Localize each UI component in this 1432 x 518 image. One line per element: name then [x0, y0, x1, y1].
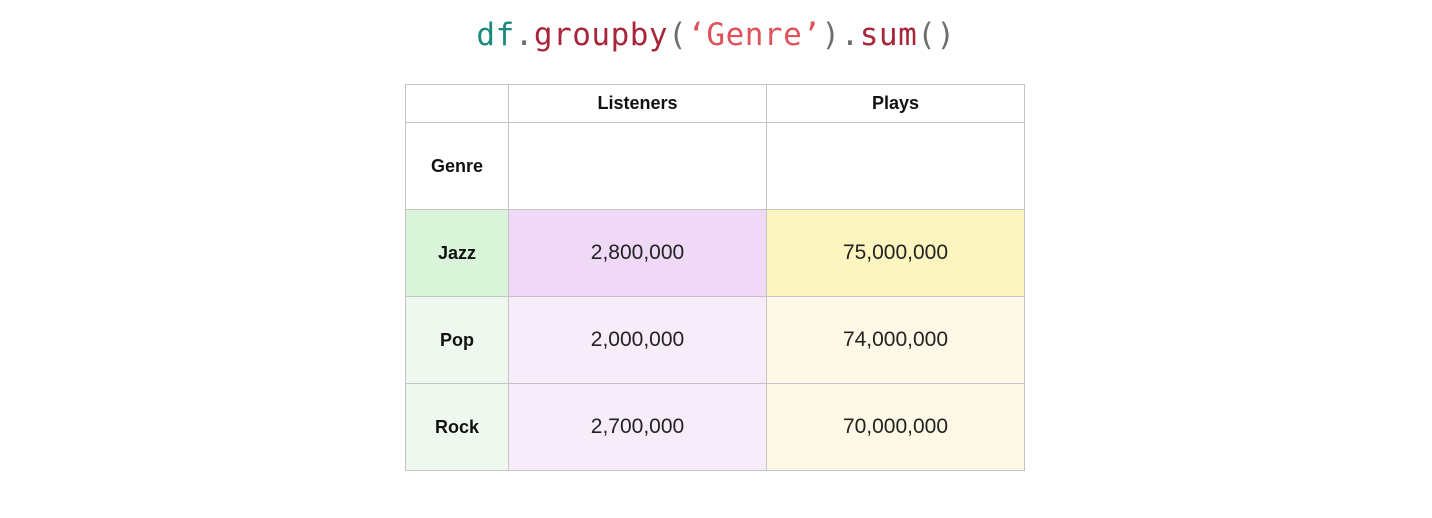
table-row: Pop 2,000,000 74,000,000: [405, 296, 1025, 384]
groupby-result-table: Listeners Plays Genre Jazz 2,800,000 75,…: [405, 84, 1025, 471]
code-parens: (): [917, 17, 956, 53]
table-row: Jazz 2,800,000 75,000,000: [405, 209, 1025, 297]
row-label-rock: Rock: [405, 383, 509, 471]
index-name-row: Genre: [405, 122, 1025, 210]
blank-cell: [766, 122, 1025, 210]
row-label-jazz: Jazz: [405, 209, 509, 297]
code-dot: .: [514, 17, 534, 53]
listeners-value-jazz: 2,800,000: [508, 209, 767, 297]
plays-value-jazz: 75,000,000: [766, 209, 1025, 297]
plays-value-pop: 74,000,000: [766, 296, 1025, 384]
listeners-value-rock: 2,700,000: [508, 383, 767, 471]
plays-value-rock: 70,000,000: [766, 383, 1025, 471]
corner-cell: [405, 84, 509, 123]
column-header-plays: Plays: [766, 84, 1025, 123]
code-dot: .: [840, 17, 860, 53]
table-row: Rock 2,700,000 70,000,000: [405, 383, 1025, 471]
code-groupby-method: groupby: [533, 17, 669, 53]
code-string-argument: ‘Genre’: [687, 17, 822, 53]
code-snippet: df.groupby(‘Genre’).sum(): [0, 12, 1432, 58]
row-label-pop: Pop: [405, 296, 509, 384]
code-paren-open: (: [668, 17, 688, 53]
listeners-value-pop: 2,000,000: [508, 296, 767, 384]
code-dataframe-var: df: [476, 17, 515, 53]
column-header-listeners: Listeners: [508, 84, 767, 123]
code-sum-method: sum: [859, 17, 918, 53]
blank-cell: [508, 122, 767, 210]
code-paren-close: ): [821, 17, 841, 53]
index-name-genre: Genre: [405, 122, 509, 210]
column-header-row: Listeners Plays: [405, 84, 1025, 123]
